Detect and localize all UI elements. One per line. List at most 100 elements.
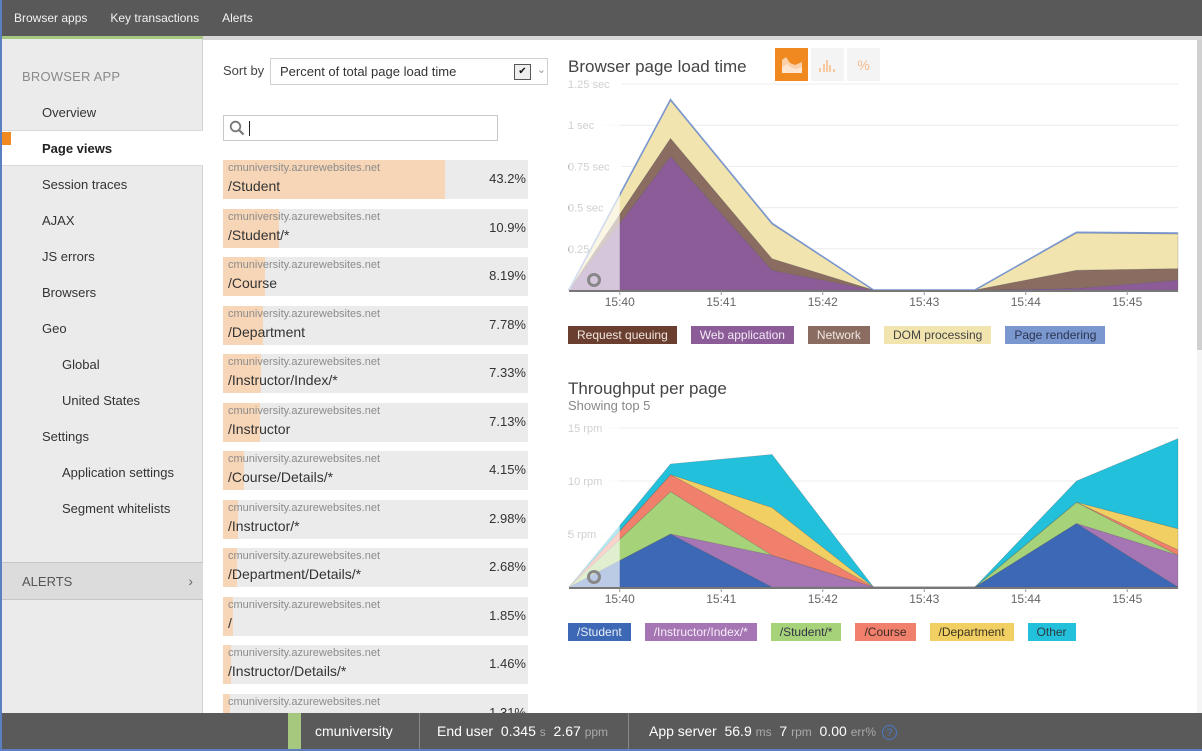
end-user-throughput-unit: ppm bbox=[584, 725, 609, 739]
status-separator bbox=[419, 713, 420, 751]
search-input[interactable] bbox=[223, 115, 498, 141]
sidebar-item-label: Browsers bbox=[42, 284, 97, 300]
sidebar-item-application-settings[interactable]: Application settings bbox=[0, 454, 203, 490]
legend-item-request-queuing[interactable]: Request queuing bbox=[568, 326, 677, 344]
page-view-row[interactable]: cmuniversity.azurewebsites.net/Departmen… bbox=[223, 548, 528, 587]
chevron-down-small-icon: ⌄ bbox=[536, 64, 546, 76]
status-app-name[interactable]: cmuniversity bbox=[315, 723, 393, 739]
legend-item-student[interactable]: /Student/* bbox=[770, 623, 842, 641]
nav-alerts[interactable]: Alerts bbox=[222, 11, 253, 25]
page-view-row[interactable]: cmuniversity.azurewebsites.net / 1.85% bbox=[223, 596, 528, 636]
page-path: /Department bbox=[228, 323, 306, 340]
search-icon bbox=[229, 120, 245, 141]
partial-data-overlay bbox=[569, 80, 620, 290]
help-icon[interactable]: ? bbox=[881, 725, 897, 740]
sidebar-item-settings[interactable]: Settings bbox=[0, 418, 203, 454]
alerts-label: ALERTS bbox=[22, 573, 73, 589]
sidebar-item-page-views[interactable]: Page views bbox=[0, 130, 203, 166]
end-user-metrics: End user 0.345 s 2.67 ppm bbox=[437, 723, 608, 739]
page-path: /Instructor/Details/* bbox=[228, 663, 347, 679]
sort-by-select[interactable]: Percent of total page load time ✔ ⌄ bbox=[270, 58, 548, 85]
page-view-row[interactable]: cmuniversity.azurewebsites.net/Departmen… bbox=[223, 305, 528, 345]
page-view-list: cmuniversity.azurewebsites.net/Student 43… bbox=[223, 160, 528, 713]
page-view-row[interactable]: cmuniversity.azurewebsites.net/Course/De… bbox=[223, 451, 528, 490]
sidebar-item-ajax[interactable]: AJAX bbox=[0, 202, 203, 238]
sidebar-item-js-errors[interactable]: JS errors bbox=[0, 238, 203, 274]
legend-item-web-application[interactable]: Web application bbox=[690, 326, 794, 344]
chevron-right-icon: › bbox=[188, 573, 193, 589]
legend-item-department[interactable]: /Department bbox=[929, 623, 1014, 641]
sidebar: BROWSER APP Overview Page views Session tr… bbox=[0, 39, 203, 751]
page-host: cmuniversity.azurewebsites.net bbox=[228, 501, 381, 514]
legend-item-course[interactable]: /Course bbox=[855, 623, 916, 641]
legend-item-other[interactable]: Other bbox=[1027, 623, 1076, 641]
page-percent: 1.85% bbox=[489, 607, 526, 623]
end-user-time: 0.345 bbox=[500, 723, 536, 739]
app-server-throughput-unit: rpm bbox=[791, 725, 812, 739]
page-view-row[interactable]: cmuniversity.azurewebsites.net/Student/*… bbox=[223, 208, 528, 248]
page-percent: 43.2% bbox=[489, 171, 526, 186]
legend-item-dom-processing[interactable]: DOM processing bbox=[883, 326, 992, 344]
page-percent: 2.98% bbox=[489, 510, 526, 526]
sidebar-item-label: United States bbox=[62, 392, 141, 408]
x-tick-label: 15:40 bbox=[605, 295, 635, 309]
load-time-chart: 0.25 sec0.5 sec0.75 sec1 sec1.25 sec15:4… bbox=[568, 79, 1179, 309]
status-separator bbox=[628, 713, 629, 751]
partial-data-overlay bbox=[569, 424, 620, 587]
sidebar-item-label: Session traces bbox=[42, 176, 128, 192]
nav-browser-apps[interactable]: Browser apps bbox=[14, 11, 87, 25]
x-tick-label: 15:43 bbox=[909, 295, 939, 309]
page-view-row[interactable]: cmuniversity.azurewebsites.net/Instructo… bbox=[223, 402, 528, 442]
sidebar-item-session-traces[interactable]: Session traces bbox=[0, 166, 203, 202]
page-percent: 1.31% bbox=[489, 704, 526, 714]
x-tick-label: 15:40 bbox=[605, 592, 635, 606]
page-host: cmuniversity.azurewebsites.net bbox=[228, 404, 381, 417]
page-percent: 10.9% bbox=[489, 219, 526, 235]
legend-item-page-rendering[interactable]: Page rendering bbox=[1005, 326, 1106, 344]
sidebar-item-overview[interactable]: Overview bbox=[0, 94, 203, 130]
sidebar-item-geo[interactable]: Geo bbox=[0, 310, 203, 346]
page-view-row[interactable]: cmuniversity.azurewebsites.net/Instructo… bbox=[223, 499, 528, 539]
throughput-legend: /Student/Instructor/Index/* /Student/* /Co… bbox=[568, 623, 1090, 641]
sidebar-item-united-states[interactable]: United States bbox=[0, 382, 203, 418]
page-host: cmuniversity.azurewebsites.net bbox=[228, 259, 381, 271]
sidebar-item-label: Geo bbox=[42, 320, 67, 336]
sidebar-alerts-section[interactable]: ALERTS › bbox=[0, 562, 203, 600]
x-tick-label: 15:41 bbox=[706, 295, 736, 309]
legend-item-student[interactable]: /Student bbox=[568, 623, 631, 641]
page-percent: 7.33% bbox=[489, 365, 526, 380]
legend-item-instructor-index[interactable]: /Instructor/Index/* bbox=[644, 623, 757, 641]
page-percent: 4.15% bbox=[489, 462, 526, 477]
page-percent: 7.13% bbox=[489, 413, 526, 429]
page-view-row[interactable]: cmuniversity.azurewebsites.net/Student 43… bbox=[223, 160, 528, 199]
page-scrollbar-thumb[interactable] bbox=[1197, 40, 1202, 350]
status-bar: cmuniversity End user 0.345 s 2.67 ppm A… bbox=[0, 713, 1202, 751]
nav-key-transactions[interactable]: Key transactions bbox=[110, 11, 199, 25]
page-path: /Instructor/* bbox=[228, 517, 300, 534]
active-item-marker bbox=[2, 132, 11, 145]
sidebar-item-segment-whitelists[interactable]: Segment whitelists bbox=[0, 490, 203, 526]
sidebar-item-global[interactable]: Global bbox=[0, 346, 203, 382]
text-cursor bbox=[249, 121, 250, 136]
page-host: cmuniversity.azurewebsites.net bbox=[228, 550, 381, 562]
page-percent: 1.46% bbox=[489, 656, 526, 671]
page-view-row[interactable]: cmuniversity.azurewebsites.net/Instructo… bbox=[223, 354, 528, 393]
page-host: cmuniversity.azurewebsites.net bbox=[228, 598, 381, 611]
page-view-row[interactable]: cmuniversity.azurewebsites.net/Course 8.1… bbox=[223, 257, 528, 296]
app-server-time: 56.9 bbox=[724, 723, 752, 739]
legend-item-network[interactable]: Network bbox=[807, 326, 870, 344]
top-nav: Browser apps Key transactions Alerts bbox=[0, 0, 1202, 36]
histogram-icon bbox=[818, 59, 835, 72]
page-view-row[interactable]: cmuniversity.azurewebsites.net/Student/D… bbox=[223, 693, 528, 714]
x-tick-label: 15:42 bbox=[808, 295, 838, 309]
page-host: cmuniversity.azurewebsites.net bbox=[228, 647, 381, 659]
chevron-down-icon[interactable]: ✔ bbox=[514, 64, 531, 80]
page-view-row[interactable]: cmuniversity.azurewebsites.net/Instructo… bbox=[223, 645, 528, 684]
end-user-label: End user bbox=[437, 723, 494, 739]
page-host: cmuniversity.azurewebsites.net bbox=[228, 356, 381, 368]
sidebar-item-browsers[interactable]: Browsers bbox=[0, 274, 203, 310]
x-tick-label: 15:44 bbox=[1011, 592, 1041, 606]
page-path: /Student/* bbox=[228, 226, 290, 243]
x-tick-label: 15:45 bbox=[1112, 295, 1142, 309]
throughput-chart: 5 rpm10 rpm15 rpm15:4015:4115:4215:4315:… bbox=[568, 423, 1180, 606]
